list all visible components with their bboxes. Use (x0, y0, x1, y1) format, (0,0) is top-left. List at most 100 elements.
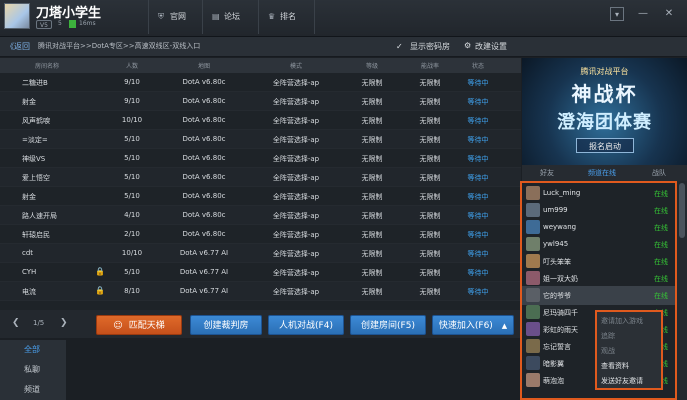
banner-signup-button[interactable]: 报名启动 (576, 138, 634, 153)
menu-item-view-profile[interactable]: 查看资料 (601, 361, 629, 371)
menu-item-invite-game[interactable]: 邀请加入游戏 (601, 316, 643, 326)
column-header-count[interactable]: 人数 (118, 61, 146, 70)
scrollbar-thumb[interactable] (679, 183, 685, 238)
chat-tab-channel[interactable]: 频道 (0, 380, 66, 400)
create-judge-room-button[interactable]: 创建裁判房 (190, 315, 262, 335)
table-row[interactable]: 射金 9/10 DotA v6.80c 全阵营选择-ap 无限制 无限制 等待中 (0, 92, 521, 111)
score-value: 5 (58, 20, 62, 27)
cell-name: 风声鹤唳 (22, 117, 50, 125)
player-name: um999 (543, 206, 568, 214)
ladder-match-button[interactable]: ☺ 匹配天梯 (96, 315, 182, 335)
table-row[interactable]: 二糖进B 9/10 DotA v6.80c 全阵营选择-ap 无限制 无限制 等待中 (0, 73, 521, 92)
cell-map: DotA v6.80c (182, 154, 226, 162)
table-row[interactable]: 轩辕启民 2/10 DotA v6.80c 全阵营选择-ap 无限制 无限制 等待中 (0, 225, 521, 244)
prev-page-button[interactable]: ❮ (12, 318, 20, 328)
nav-rank-link[interactable]: ♛ 排名 (268, 9, 296, 25)
cell-name: 路人速开局 (22, 212, 57, 220)
table-row[interactable]: 风声鹤唳 10/10 DotA v6.80c 全阵营选择-ap 无限制 无限制 等待中 (0, 111, 521, 130)
cell-count: 5/10 (124, 268, 140, 276)
cell-rate: 无限制 (419, 117, 441, 125)
lock-icon: 🔒 (95, 286, 105, 295)
column-header-rate[interactable]: 能战率 (410, 61, 450, 70)
cell-level: 无限制 (361, 269, 383, 277)
chat-tab-private[interactable]: 私聊 (0, 360, 66, 380)
event-banner[interactable]: 腾讯对战平台 神战杯 澄海团体赛 报名启动 (522, 58, 687, 165)
quick-join-button[interactable]: 快速加入(F6) ▲ (432, 315, 514, 335)
player-status: 在线 (654, 224, 668, 232)
create-room-button[interactable]: 创建房间(F5) (350, 315, 426, 335)
player-status: 在线 (654, 241, 668, 249)
signal-icon (69, 20, 76, 28)
player-avatar (526, 220, 540, 234)
cell-rate: 无限制 (419, 136, 441, 144)
room-table: 房间名称 人数 地图 模式 等级 能战率 状态 二糖进B 9/10 DotA v6.… (0, 58, 521, 310)
table-row[interactable]: CYH 5/10 DotA v6.77 AI 全阵营选择-ap 无限制 无限制 等待中 🔒 (0, 263, 521, 282)
close-button[interactable]: ✕ (662, 7, 676, 21)
nav-home-link[interactable]: ⛨ 官网 (158, 9, 186, 25)
nav-forum-link[interactable]: ▤ 论坛 (212, 9, 240, 25)
chat-tab-list: 全部 私聊 频道 (0, 340, 66, 400)
ai-battle-button[interactable]: 人机对战(F4) (268, 315, 344, 335)
show-password-room-checkbox[interactable]: ✓ (396, 42, 405, 51)
player-name: 忘记誓言 (543, 343, 571, 351)
column-header-room-name[interactable]: 房间名称 (22, 61, 72, 70)
change-settings-link[interactable]: 改建设置 (475, 41, 507, 52)
cell-level: 无限制 (361, 79, 383, 87)
table-header: 房间名称 人数 地图 模式 等级 能战率 状态 (0, 58, 521, 73)
column-header-status[interactable]: 状态 (458, 61, 498, 70)
cell-name: 轩辕启民 (22, 231, 50, 239)
cell-map: DotA v6.80c (182, 78, 226, 86)
menu-item-track[interactable]: 追踪 (601, 331, 615, 341)
cell-mode: 全阵营选择-ap (272, 155, 320, 163)
chevron-up-icon[interactable]: ▲ (502, 322, 507, 330)
table-row[interactable]: cdt 10/10 DotA v6.77 AI 全阵营选择-ap 无限制 无限制 等待中 (0, 244, 521, 263)
cell-status: 等待中 (467, 136, 489, 144)
player-name: 它的爷爷 (543, 292, 571, 300)
table-row[interactable]: 射金 5/10 DotA v6.80c 全阵营选择-ap 无限制 无限制 等待中 (0, 187, 521, 206)
player-name: 萌泡泡 (543, 377, 564, 385)
cell-rate: 无限制 (419, 79, 441, 87)
divider (314, 0, 315, 34)
chat-tab-all[interactable]: 全部 (0, 340, 66, 360)
page-indicator: 1/5 (33, 319, 45, 327)
menu-item-spectate[interactable]: 观战 (601, 346, 615, 356)
column-header-map[interactable]: 地图 (180, 61, 228, 70)
player-status: 在线 (654, 275, 668, 283)
tab-channel-online[interactable]: 频道在线 (588, 168, 616, 178)
table-row[interactable]: 电流 8/10 DotA v6.77 AI 全阵营选择-ap 无限制 无限制 等待中 🔒 (0, 282, 521, 301)
title-bar: 刀塔小学生 V5 5 16ms ⛨ 官网 ▤ 论坛 ♛ 排名 ▾ — ✕ (0, 0, 687, 37)
table-row[interactable]: 路人速开局 4/10 DotA v6.80c 全阵营选择-ap 无限制 无限制 等待中 (0, 206, 521, 225)
cell-name: 爱上悟空 (22, 174, 50, 182)
player-avatar (526, 339, 540, 353)
player-name: Luck_ming (543, 189, 581, 197)
table-row[interactable]: 神级VS 5/10 DotA v6.80c 全阵营选择-ap 无限制 无限制 等待中 (0, 149, 521, 168)
cell-name: cdt (22, 249, 34, 257)
back-link[interactable]: 《返回 (6, 41, 30, 52)
tab-team[interactable]: 战队 (652, 168, 666, 178)
menu-item-friend-invite[interactable]: 发送好友邀请 (601, 376, 643, 386)
table-row[interactable]: =淡定= 5/10 DotA v6.80c 全阵营选择-ap 无限制 无限制 等待中 (0, 130, 521, 149)
table-row[interactable]: 爱上悟空 5/10 DotA v6.80c 全阵营选择-ap 无限制 无限制 等待中 (0, 168, 521, 187)
cell-rate: 无限制 (419, 269, 441, 277)
cell-level: 无限制 (361, 98, 383, 106)
show-password-room-label[interactable]: 显示密码房 (410, 41, 450, 52)
chat-message-area[interactable] (66, 340, 521, 400)
cell-status: 等待中 (467, 231, 489, 239)
avatar[interactable] (4, 3, 30, 29)
next-page-button[interactable]: ❯ (60, 318, 68, 328)
cell-mode: 全阵营选择-ap (272, 136, 320, 144)
player-status: 在线 (654, 292, 668, 300)
tab-friends[interactable]: 好友 (540, 168, 554, 178)
cell-map: DotA v6.80c (182, 192, 226, 200)
cell-level: 无限制 (361, 155, 383, 163)
column-header-mode[interactable]: 模式 (266, 61, 326, 70)
cell-count: 5/10 (124, 154, 140, 162)
minimize-button[interactable]: — (636, 7, 650, 21)
gear-icon[interactable]: ⚙ (464, 41, 471, 50)
cell-map: DotA v6.77 AI (179, 268, 229, 276)
menu-dropdown-button[interactable]: ▾ (610, 7, 624, 21)
column-header-level[interactable]: 等级 (352, 61, 392, 70)
cell-map: DotA v6.80c (182, 135, 226, 143)
cell-rate: 无限制 (419, 98, 441, 106)
cell-map: DotA v6.80c (182, 116, 226, 124)
